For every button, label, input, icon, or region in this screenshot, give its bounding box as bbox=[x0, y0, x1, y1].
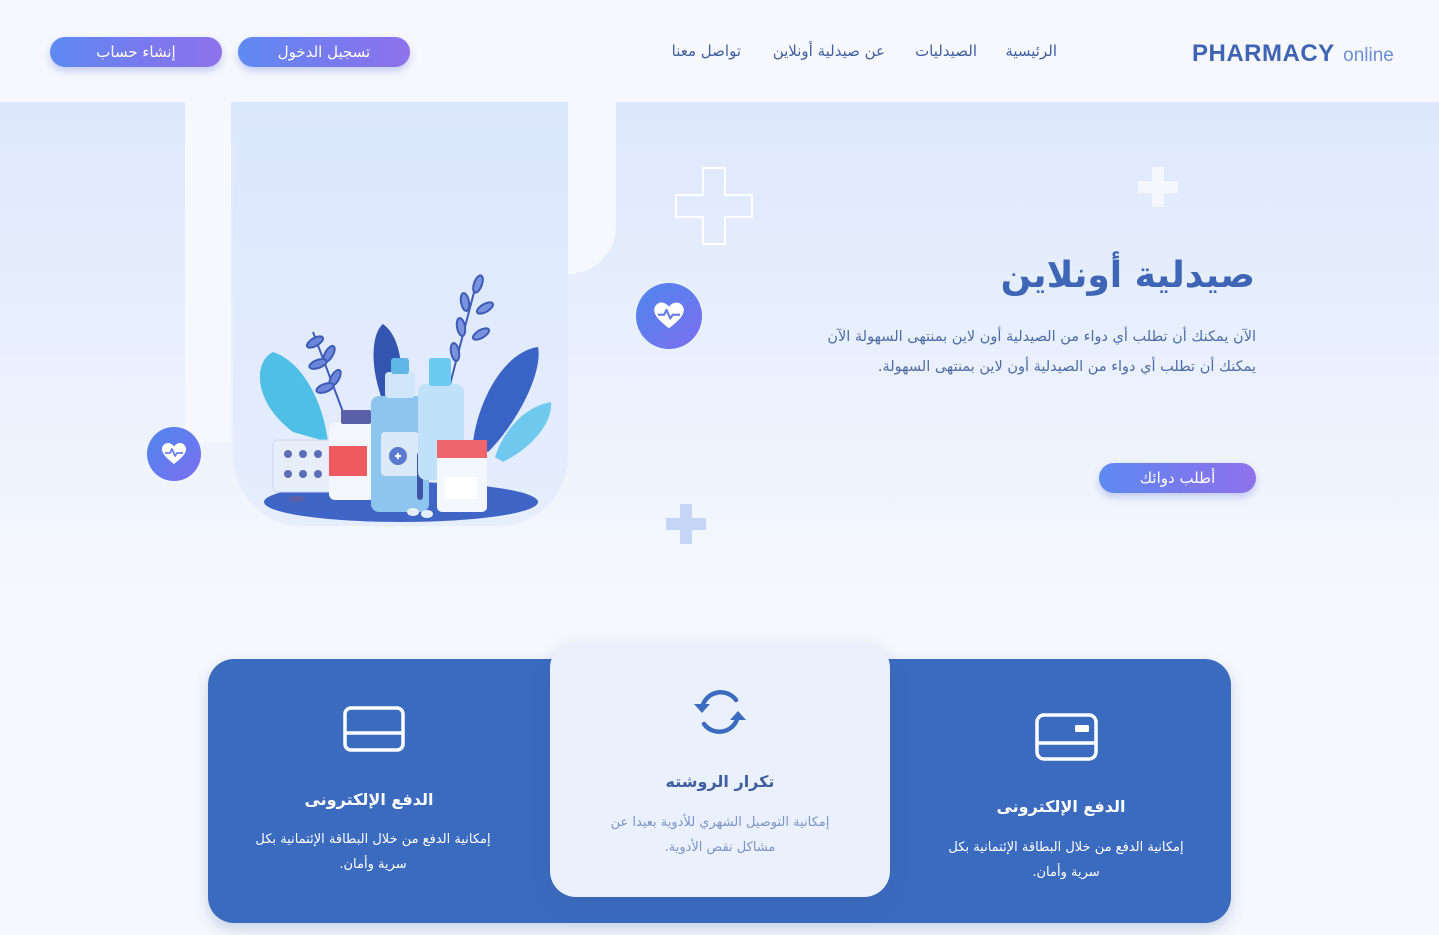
hero-title: صيدلية أونلاين bbox=[1000, 255, 1255, 296]
decorative-strip bbox=[568, 102, 616, 274]
plus-icon bbox=[666, 504, 706, 544]
heart-badge bbox=[147, 427, 201, 481]
heart-pulse-icon bbox=[162, 443, 186, 464]
signup-button[interactable]: إنشاء حساب bbox=[50, 37, 222, 67]
refresh-icon bbox=[694, 690, 746, 734]
medicine-bottles-illustration bbox=[259, 274, 552, 522]
card-icon bbox=[1035, 713, 1098, 761]
login-button[interactable]: تسجيل الدخول bbox=[238, 37, 410, 67]
nav-home[interactable]: الرئيسية bbox=[1005, 42, 1057, 60]
heart-badge bbox=[636, 283, 702, 349]
feature-text: إمكانية الدفع من خلال البطاقة الإئتمانية… bbox=[255, 832, 491, 872]
feature-text: إمكانية التوصيل الشهري للأدوية بعيدا عن … bbox=[610, 815, 830, 855]
heart-pulse-icon bbox=[654, 302, 684, 329]
logo[interactable]: PHARMACY online bbox=[1192, 40, 1394, 68]
feature-title: تكرار الروشته bbox=[665, 772, 775, 791]
hero-description: الآن يمكنك أن تطلب أي دواء من الصيدلية أ… bbox=[827, 329, 1256, 375]
feature-title: الدفع الإلكترونى bbox=[304, 790, 434, 809]
site-header: PHARMACY online الرئيسية الصيدليات عن صي… bbox=[0, 0, 1439, 102]
credit-card-icon bbox=[343, 706, 405, 752]
plus-outline-icon bbox=[675, 167, 753, 245]
plus-icon bbox=[1138, 167, 1178, 207]
logo-main-text: PHARMACY bbox=[1192, 40, 1335, 67]
nav-pharmacies[interactable]: الصيدليات bbox=[915, 42, 977, 60]
feature-title: الدفع الإلكترونى bbox=[996, 797, 1126, 816]
decorative-strip bbox=[185, 102, 231, 442]
logo-sub-text: online bbox=[1343, 45, 1394, 66]
order-medicine-button[interactable]: أطلب دوائك bbox=[1099, 463, 1256, 493]
nav-about[interactable]: عن صيدلية أونلاين bbox=[773, 42, 885, 60]
hero-image-card bbox=[233, 102, 568, 526]
feature-text: إمكانية الدفع من خلال البطاقة الإئتمانية… bbox=[948, 840, 1184, 880]
nav-contact[interactable]: تواصل معنا bbox=[672, 42, 741, 60]
